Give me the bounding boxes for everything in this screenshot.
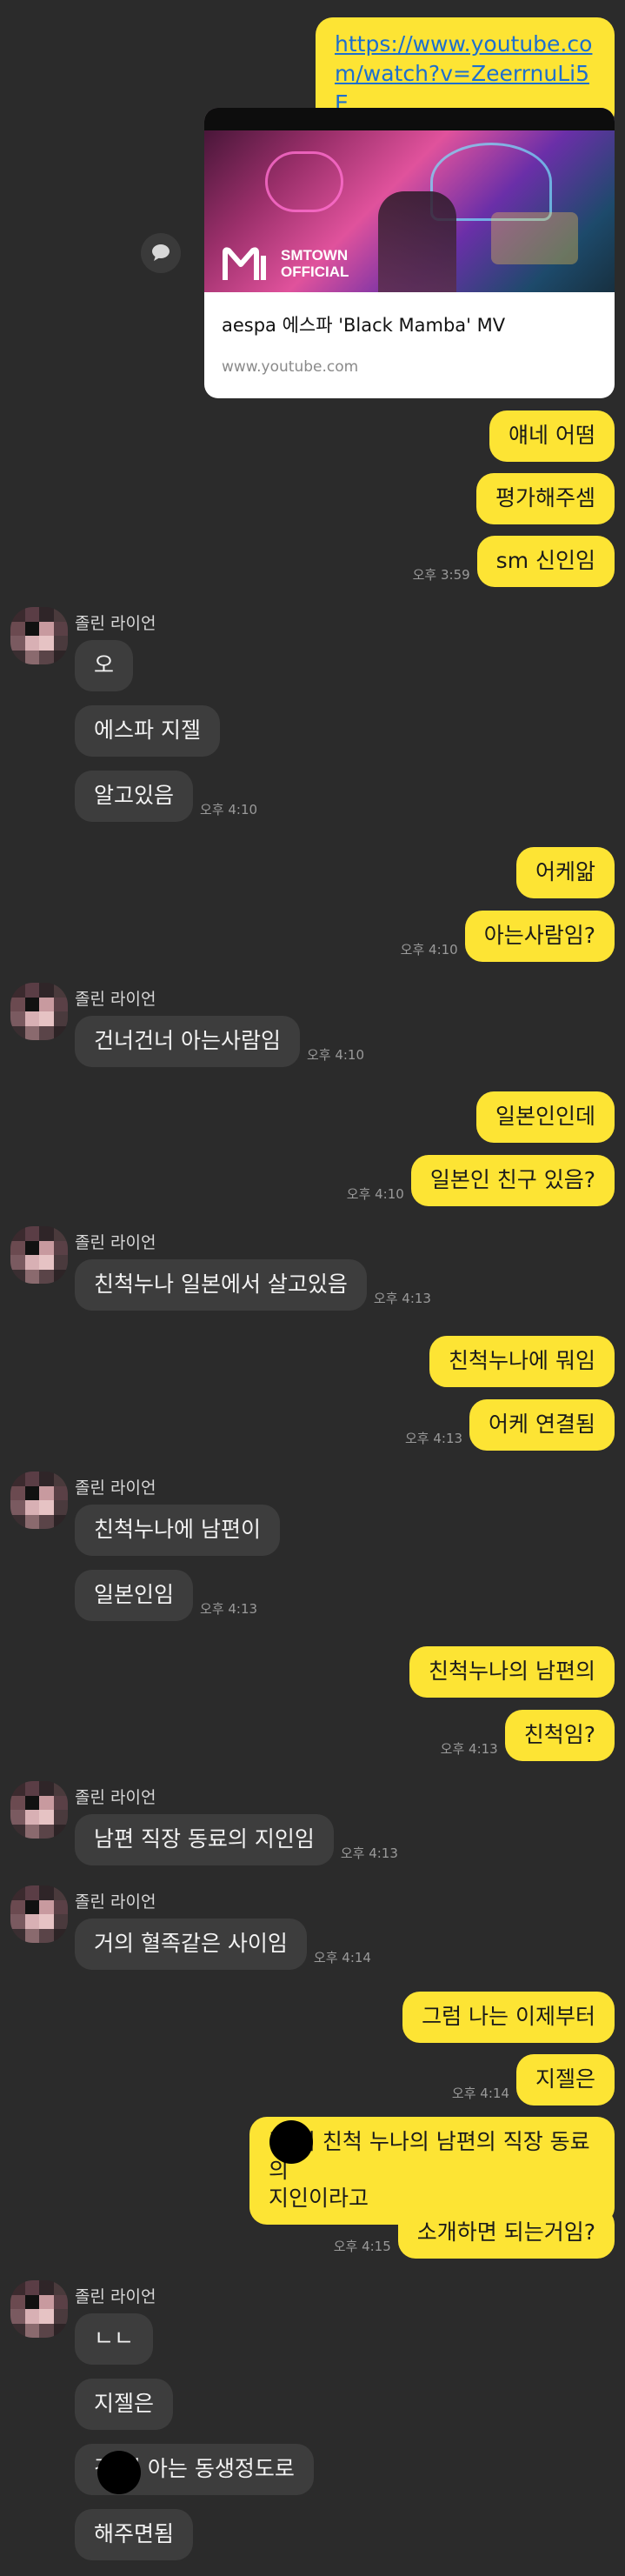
timestamp: 오후 4:13 xyxy=(200,1600,258,1617)
timestamp: 오후 4:14 xyxy=(451,2085,509,2101)
timestamp: 오후 4:13 xyxy=(373,1290,431,1306)
message-bubble[interactable]: 친척임? xyxy=(504,1710,615,1761)
message-bubble[interactable]: 남편 직장 동료의 지인임 xyxy=(75,1814,334,1865)
timestamp: 오후 4:13 xyxy=(440,1740,498,1757)
sender-name: 졸린 라이언 xyxy=(75,1892,156,1912)
preview-title: aespa 에스파 'Black Mamba' MV xyxy=(222,315,506,336)
avatar[interactable] xyxy=(10,1781,68,1839)
sender-name: 졸린 라이언 xyxy=(75,1478,156,1498)
link-preview-card[interactable]: SMTOWN OFFICIAL aespa 에스파 'Black Mamba' … xyxy=(204,108,615,398)
sender-name: 졸린 라이언 xyxy=(75,2287,156,2306)
message-bubble[interactable]: 친척누나 일본에서 살고있음 xyxy=(75,1259,367,1311)
message-bubble[interactable]: 아는사람임? xyxy=(464,911,615,962)
timestamp: 오후 3:59 xyxy=(412,566,470,583)
timestamp: 오후 4:13 xyxy=(340,1845,398,1861)
sm-logo-icon xyxy=(223,247,266,280)
message-bubble[interactable]: 지젤은 xyxy=(75,2379,174,2430)
speech-bubble-icon xyxy=(152,244,170,261)
redaction-mark xyxy=(269,2120,313,2164)
message-bubble[interactable]: 건너건너 아는사람임 xyxy=(75,1016,300,1067)
smtown-official-label: SMTOWN OFFICIAL xyxy=(281,247,349,280)
timestamp: 오후 4:10 xyxy=(400,941,458,958)
message-bubble[interactable]: 평가해주셈 xyxy=(475,473,615,524)
share-button[interactable] xyxy=(141,233,181,273)
preview-domain: www.youtube.com xyxy=(222,358,359,376)
message-bubble[interactable]: 친척누나의 남편의 xyxy=(409,1646,615,1698)
message-bubble[interactable]: 지젤은 xyxy=(515,2054,615,2106)
timestamp: 오후 4:10 xyxy=(200,801,258,818)
message-bubble[interactable]: 일본인인데 xyxy=(475,1091,615,1143)
message-bubble[interactable]: 해주면됨 xyxy=(75,2509,194,2560)
avatar[interactable] xyxy=(10,1472,68,1529)
message-bubble[interactable]: 거의 혈족같은 사이임 xyxy=(75,1919,307,1970)
message-bubble[interactable]: 알고있음 xyxy=(75,771,194,822)
sender-name: 졸린 라이언 xyxy=(75,614,156,633)
message-bubble[interactable]: 에스파 지젤 xyxy=(75,705,220,757)
message-bubble[interactable]: ㄴㄴ xyxy=(75,2313,154,2365)
message-bubble[interactable]: 어케 연결됨 xyxy=(469,1399,615,1451)
message-bubble[interactable]: sm 신인임 xyxy=(476,536,615,587)
youtube-link[interactable]: https://www.youtube.com/watch?v=ZeerrnuL… xyxy=(335,31,592,116)
chat-screen: https://www.youtube.com/watch?v=ZeerrnuL… xyxy=(0,0,625,2576)
avatar[interactable] xyxy=(10,1885,68,1943)
avatar[interactable] xyxy=(10,607,68,664)
message-bubble[interactable]: 일본인임 xyxy=(75,1570,194,1621)
avatar[interactable] xyxy=(10,1226,68,1284)
video-thumbnail: SMTOWN OFFICIAL xyxy=(204,108,615,292)
avatar[interactable] xyxy=(10,983,68,1040)
message-bubble[interactable]: 어케앎 xyxy=(515,847,615,898)
message-bubble[interactable]: 오 xyxy=(75,640,134,691)
sender-name: 졸린 라이언 xyxy=(75,1233,156,1252)
timestamp: 오후 4:10 xyxy=(306,1046,365,1063)
message-bubble[interactable]: 친척누나에 남편이 xyxy=(75,1505,280,1556)
message-bubble[interactable]: 친척누나에 뭐임 xyxy=(429,1336,615,1387)
avatar[interactable] xyxy=(10,2280,68,2338)
message-bubble[interactable]: 그럼 나는 이제부터 xyxy=(402,1992,615,2043)
sender-name: 졸린 라이언 xyxy=(75,1788,156,1807)
message-bubble[interactable]: 일본인 친구 있음? xyxy=(410,1155,615,1206)
message-bubble[interactable]: 소개하면 되는거임? xyxy=(397,2207,615,2259)
timestamp: 오후 4:13 xyxy=(404,1430,463,1446)
sender-name: 졸린 라이언 xyxy=(75,990,156,1009)
redaction-mark xyxy=(97,2451,141,2494)
message-bubble[interactable]: 얘네 어떰 xyxy=(489,410,615,462)
smtown-logo: SMTOWN OFFICIAL xyxy=(222,245,349,284)
timestamp: 오후 4:14 xyxy=(313,1949,371,1965)
timestamp: 오후 4:15 xyxy=(333,2238,391,2254)
timestamp: 오후 4:10 xyxy=(346,1185,404,1202)
